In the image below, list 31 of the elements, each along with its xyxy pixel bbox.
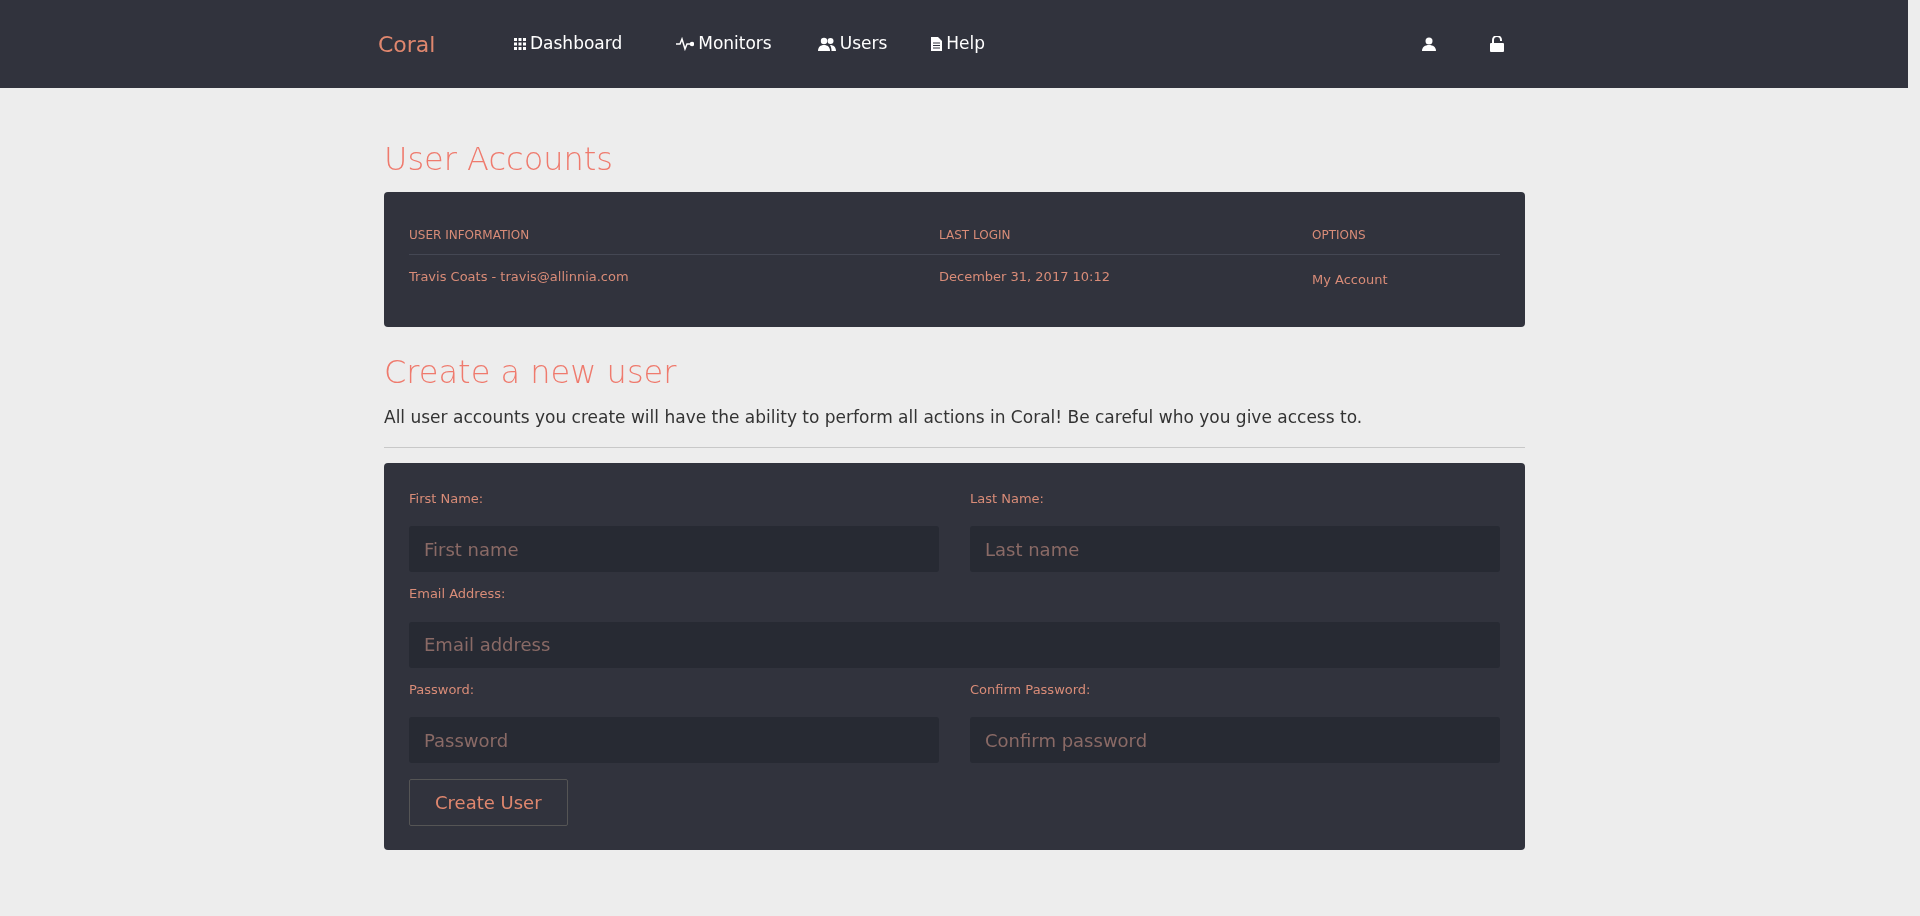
column-header: OPTIONS <box>1312 227 1367 244</box>
pulse-icon <box>676 37 695 51</box>
my-account-link[interactable]: My Account <box>1312 272 1388 287</box>
input-field[interactable]: Email address <box>409 621 1500 668</box>
brand-logo[interactable]: Coral <box>378 27 514 61</box>
unlocked-padlock-icon[interactable] <box>1490 36 1504 52</box>
table-cell-text: December 31, 2017 10:12 <box>939 268 1112 286</box>
section-heading: Create a new user <box>384 352 678 393</box>
nav-link[interactable]: Monitors <box>676 31 772 57</box>
field-label: Password: <box>409 680 476 699</box>
column-header: LAST LOGIN <box>939 227 1012 244</box>
user-icon[interactable] <box>1422 37 1436 51</box>
input-field[interactable]: Password <box>409 717 939 763</box>
table-cell-text: Travis Coats - travis@allinnia.com <box>409 268 630 286</box>
grid-icon <box>514 38 526 50</box>
field-label: Confirm Password: <box>970 680 1092 699</box>
field-label: Last Name: <box>970 489 1045 508</box>
input-field[interactable]: Last name <box>970 526 1500 572</box>
field-label: First Name: <box>409 489 485 508</box>
document-icon <box>931 37 943 51</box>
field-label: Email Address: <box>409 585 507 603</box>
page-heading: User Accounts <box>384 139 614 180</box>
nav-link[interactable]: Users <box>817 31 888 57</box>
column-header: USER INFORMATION <box>409 227 531 244</box>
users-icon <box>817 37 836 51</box>
input-field[interactable]: Confirm password <box>970 717 1500 763</box>
nav-link[interactable]: Dashboard <box>514 31 623 57</box>
create-user-button[interactable]: Create User <box>409 779 568 826</box>
description-text: All user accounts you create will have the ability to perform all actions in Coral! Be careful who you give access to. <box>384 406 1364 429</box>
nav-link[interactable]: Help <box>931 31 986 57</box>
input-field[interactable]: First name <box>409 526 939 572</box>
